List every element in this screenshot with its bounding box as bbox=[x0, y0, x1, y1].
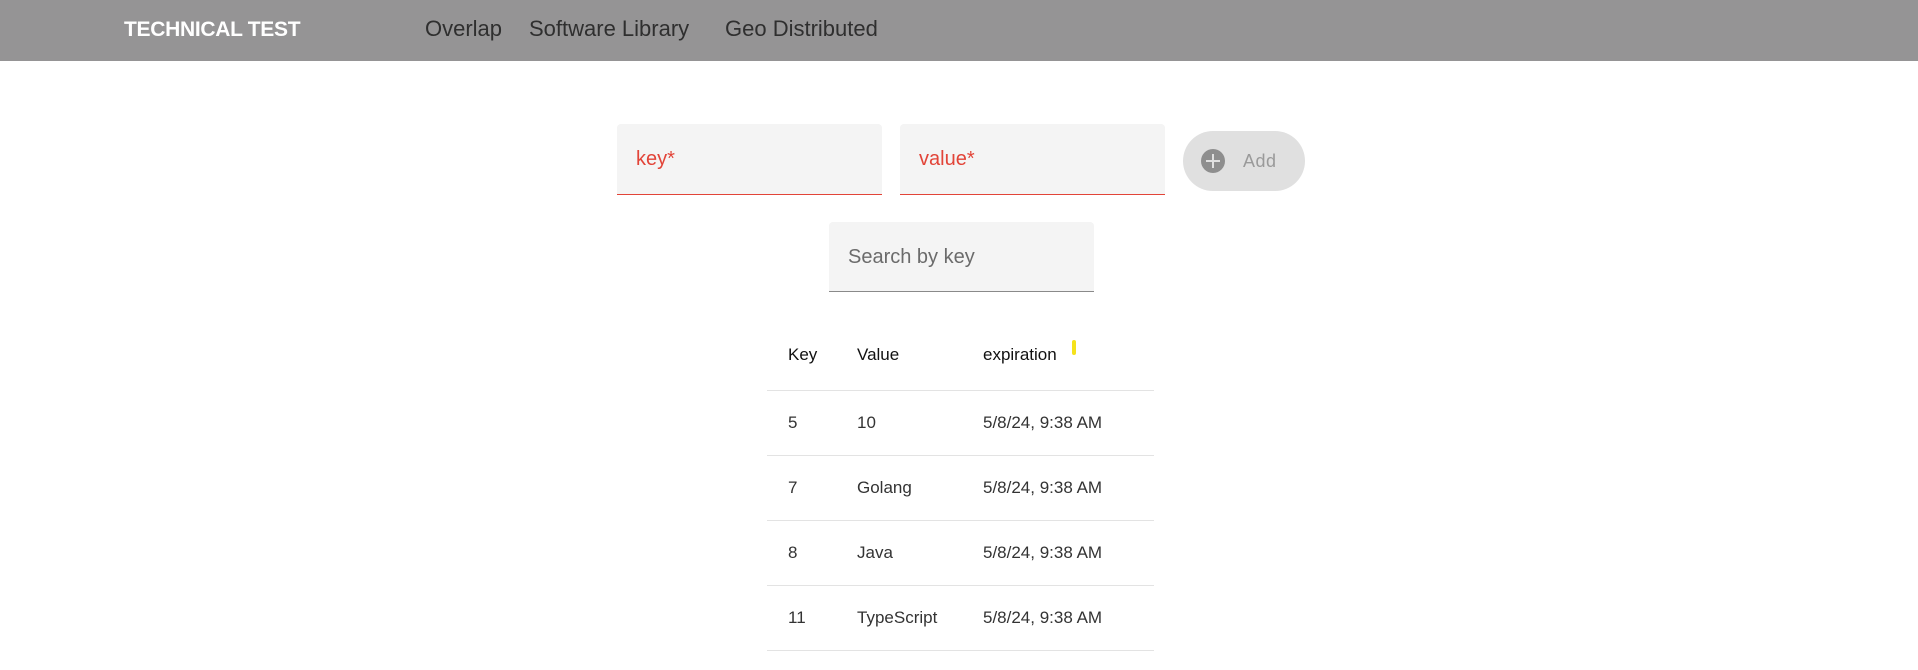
data-table: Key Value expiration 5 10 5/8/24, 9:38 A… bbox=[767, 325, 1154, 651]
table-header-row: Key Value expiration bbox=[767, 325, 1154, 391]
nav-link-overlap[interactable]: Overlap bbox=[425, 15, 502, 43]
column-header-expiration[interactable]: expiration bbox=[983, 345, 1057, 365]
search-placeholder: Search by key bbox=[848, 246, 975, 268]
column-header-value[interactable]: Value bbox=[857, 345, 899, 365]
value-input-label: value* bbox=[919, 148, 975, 170]
key-input[interactable]: key* bbox=[617, 124, 882, 195]
cell-value: Java bbox=[857, 543, 893, 562]
add-circle-icon bbox=[1201, 149, 1225, 173]
search-input[interactable]: Search by key bbox=[829, 222, 1094, 292]
table-row: 5 10 5/8/24, 9:38 AM bbox=[767, 391, 1154, 456]
sort-indicator-icon[interactable] bbox=[1072, 340, 1076, 355]
top-app-bar: TECHNICAL TEST Overlap Software Library … bbox=[0, 0, 1918, 61]
cell-expiration: 5/8/24, 9:38 AM bbox=[983, 413, 1103, 432]
cell-expiration: 5/8/24, 9:38 AM bbox=[983, 608, 1103, 627]
column-header-key[interactable]: Key bbox=[788, 345, 817, 365]
nav-link-software-library[interactable]: Software Library bbox=[529, 15, 689, 43]
cell-value: TypeScript bbox=[857, 608, 938, 627]
add-button[interactable]: Add bbox=[1183, 131, 1305, 191]
add-button-label: Add bbox=[1243, 151, 1277, 171]
value-input[interactable]: value* bbox=[900, 124, 1165, 195]
cell-expiration: 5/8/24, 9:38 AM bbox=[983, 543, 1103, 562]
cell-key: 5 bbox=[788, 413, 798, 432]
table-row: 8 Java 5/8/24, 9:38 AM bbox=[767, 521, 1154, 586]
table-row: 11 TypeScript 5/8/24, 9:38 AM bbox=[767, 586, 1154, 651]
key-input-label: key* bbox=[636, 148, 675, 170]
cell-value: 10 bbox=[857, 413, 876, 432]
table-row: 7 Golang 5/8/24, 9:38 AM bbox=[767, 456, 1154, 521]
cell-value: Golang bbox=[857, 478, 912, 497]
brand-title: TECHNICAL TEST bbox=[124, 18, 301, 41]
cell-expiration: 5/8/24, 9:38 AM bbox=[983, 478, 1103, 497]
cell-key: 11 bbox=[788, 608, 806, 627]
cell-key: 7 bbox=[788, 478, 798, 497]
cell-key: 8 bbox=[788, 543, 798, 562]
nav-link-geo-distributed[interactable]: Geo Distributed bbox=[725, 15, 878, 43]
